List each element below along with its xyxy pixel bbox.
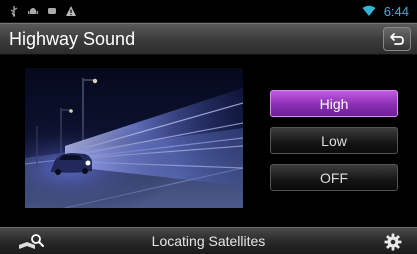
bottom-bar: Locating Satellites <box>0 227 417 254</box>
settings-button[interactable] <box>370 230 416 253</box>
warning-icon <box>66 6 76 16</box>
status-time: 6:44 <box>383 3 409 19</box>
navigation-status-text: Locating Satellites <box>151 233 266 249</box>
title-bar: Highway Sound <box>0 23 417 55</box>
back-arrow-icon <box>390 33 404 45</box>
option-low-button[interactable]: Low <box>270 127 398 154</box>
wifi-icon <box>362 5 376 16</box>
android-debug-icon <box>28 8 38 14</box>
main-panel: High Low OFF <box>0 55 417 227</box>
gear-icon <box>384 233 402 250</box>
option-high-button[interactable]: High <box>270 90 398 117</box>
back-button[interactable] <box>383 27 411 51</box>
option-off-button[interactable]: OFF <box>270 164 398 191</box>
page-title: Highway Sound <box>9 29 136 49</box>
status-bar: 6:44 <box>0 0 417 23</box>
notification-dot-icon <box>48 8 56 14</box>
status-icons <box>8 3 77 19</box>
status-right: 6:44 <box>362 3 409 19</box>
highway-illustration <box>25 68 243 208</box>
highway-car-image <box>25 68 243 208</box>
usb-icon <box>10 6 18 17</box>
